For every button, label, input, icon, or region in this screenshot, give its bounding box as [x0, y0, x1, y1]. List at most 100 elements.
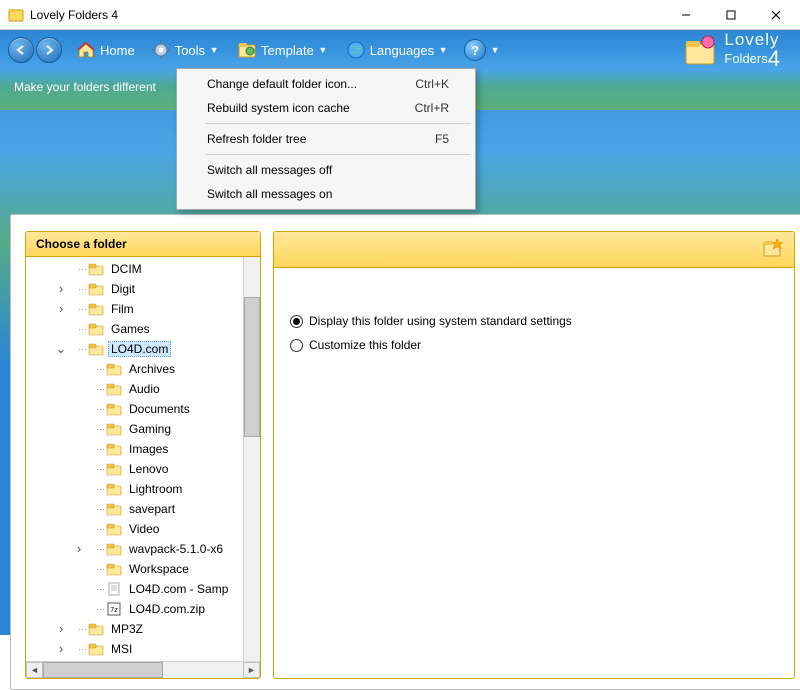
folder-icon	[106, 522, 122, 536]
tree-item-label: Documents	[126, 401, 193, 417]
tree-item[interactable]: ⋯ Workspace	[32, 559, 260, 579]
app-icon	[8, 7, 24, 23]
tree-item-label: Games	[108, 321, 153, 337]
folder-icon	[106, 542, 122, 556]
tree-item[interactable]: ⋯7zLO4D.com.zip	[32, 599, 260, 619]
tree-item[interactable]: ⋯Lightroom	[32, 479, 260, 499]
radio-icon	[290, 315, 303, 328]
folder-icon	[106, 502, 122, 516]
menu-item-shortcut: Ctrl+R	[415, 101, 449, 115]
zip-icon: 7z	[106, 602, 122, 616]
panel-header-left: Choose a folder	[26, 232, 260, 257]
expander-icon[interactable]: ›	[54, 642, 68, 657]
watermark-text: LO4D.com	[716, 611, 790, 627]
chevron-down-icon[interactable]: ▼	[436, 45, 450, 55]
tree-item[interactable]: ⋯ LO4D.com - Samp	[32, 579, 260, 599]
tree-item[interactable]: ›⋯ MSI	[32, 639, 260, 659]
folder-icon	[106, 382, 122, 396]
scroll-track[interactable]	[43, 662, 243, 678]
tree-guide: ⋯	[86, 524, 106, 535]
tree-item[interactable]: ⋯Images	[32, 439, 260, 459]
tree-item[interactable]: ›⋯Digit	[32, 279, 260, 299]
expander-icon[interactable]: ›	[54, 622, 68, 637]
tree-item-label: wavpack-5.1.0-x6	[126, 541, 226, 557]
tree-item[interactable]: ⋯Gaming	[32, 419, 260, 439]
svg-text:7z: 7z	[110, 607, 118, 614]
tree-item[interactable]: ⋯Video	[32, 519, 260, 539]
tree-item[interactable]: ⋯Lenovo	[32, 459, 260, 479]
menu-item[interactable]: Switch all messages on	[179, 182, 473, 206]
horizontal-scrollbar[interactable]: ◄ ►	[26, 661, 260, 678]
chevron-down-icon[interactable]: ▼	[488, 45, 502, 55]
tree-item[interactable]: ⋯DCIM	[32, 259, 260, 279]
toolbar: Home Tools ▼ Template ▼ Languages ▼ ? ▼ …	[0, 30, 800, 70]
radio-label: Customize this folder	[309, 338, 421, 352]
tree-guide: ⋯	[86, 564, 106, 575]
back-button[interactable]	[8, 37, 34, 63]
tree-item-label: Images	[126, 441, 171, 457]
tree-item-label: MSI	[108, 641, 135, 657]
menu-item-label: Rebuild system icon cache	[207, 101, 350, 115]
tree-item[interactable]: ⋯Documents	[32, 399, 260, 419]
expander-icon[interactable]: ›	[54, 302, 68, 317]
menu-item-shortcut: F5	[435, 132, 449, 146]
radio-customize[interactable]: Customize this folder	[290, 338, 778, 352]
chevron-down-icon[interactable]: ▼	[207, 45, 221, 55]
window-title: Lovely Folders 4	[30, 8, 663, 22]
menu-item-label: Switch all messages on	[207, 187, 332, 201]
tree-item[interactable]: ⋯Archives	[32, 359, 260, 379]
radio-display-system[interactable]: Display this folder using system standar…	[290, 314, 778, 328]
tree-item-label: Gaming	[126, 421, 174, 437]
workspace: Choose a folder ⋯DCIM›⋯Digit›⋯Film⋯Games…	[10, 214, 800, 690]
tree-item[interactable]: ›⋯wavpack-5.1.0-x6	[32, 539, 260, 559]
copyright-icon: ©	[703, 612, 712, 626]
menu-item[interactable]: Refresh folder treeF5	[179, 127, 473, 151]
minimize-button[interactable]	[663, 0, 708, 29]
scroll-right-button[interactable]: ►	[243, 662, 260, 678]
scroll-thumb[interactable]	[244, 297, 260, 437]
tools-button[interactable]: Tools ▼	[147, 38, 225, 62]
folder-icon	[106, 482, 122, 496]
expander-icon[interactable]: ›	[54, 282, 68, 297]
tree-item-label: Film	[108, 301, 137, 317]
help-button[interactable]: ?	[464, 39, 486, 61]
home-button[interactable]: Home	[72, 38, 139, 62]
template-icon	[237, 40, 257, 60]
tree-item-label: LO4D.com.zip	[126, 601, 208, 617]
tree-guide: ⋯	[86, 584, 106, 595]
tree-item[interactable]: ›⋯MP3Z	[32, 619, 260, 639]
expander-icon[interactable]: ›	[72, 542, 86, 557]
radio-icon	[290, 339, 303, 352]
chevron-down-icon[interactable]: ▼	[316, 45, 330, 55]
tree-item[interactable]: ⋯Audio	[32, 379, 260, 399]
folder-icon	[106, 462, 122, 476]
tree-item[interactable]: ⋯savepart	[32, 499, 260, 519]
tree-item-label: LO4D.com - Samp	[126, 581, 231, 597]
tree-item[interactable]: ⋯Games	[32, 319, 260, 339]
scroll-thumb[interactable]	[43, 662, 163, 678]
maximize-button[interactable]	[708, 0, 753, 29]
folder-icon	[88, 322, 104, 336]
tree-item[interactable]: ⌄⋯LO4D.com	[32, 339, 260, 359]
menu-item[interactable]: Switch all messages off	[179, 158, 473, 182]
tree-guide: ⋯	[68, 304, 88, 315]
menu-item[interactable]: Change default folder icon...Ctrl+K	[179, 72, 473, 96]
folder-tree-scroll[interactable]: ⋯DCIM›⋯Digit›⋯Film⋯Games⌄⋯LO4D.com⋯Archi…	[26, 257, 260, 661]
expander-icon[interactable]: ⌄	[54, 342, 68, 357]
tree-guide: ⋯	[68, 644, 88, 655]
template-button[interactable]: Template ▼	[233, 38, 334, 62]
menu-item[interactable]: Rebuild system icon cache Ctrl+R	[179, 96, 473, 120]
home-label: Home	[100, 43, 135, 58]
tree-item[interactable]: ›⋯ Film	[32, 299, 260, 319]
scroll-left-button[interactable]: ◄	[26, 662, 43, 678]
tree-item-label: Workspace	[126, 561, 192, 577]
tree-item-label: Archives	[126, 361, 178, 377]
folder-icon	[88, 282, 104, 296]
folder-tree-panel: Choose a folder ⋯DCIM›⋯Digit›⋯Film⋯Games…	[25, 231, 261, 679]
window-controls	[663, 0, 798, 29]
languages-button[interactable]: Languages ▼	[342, 38, 454, 62]
tree-guide: ⋯	[68, 284, 88, 295]
forward-button[interactable]	[36, 37, 62, 63]
vertical-scrollbar[interactable]	[243, 257, 260, 661]
close-button[interactable]	[753, 0, 798, 29]
